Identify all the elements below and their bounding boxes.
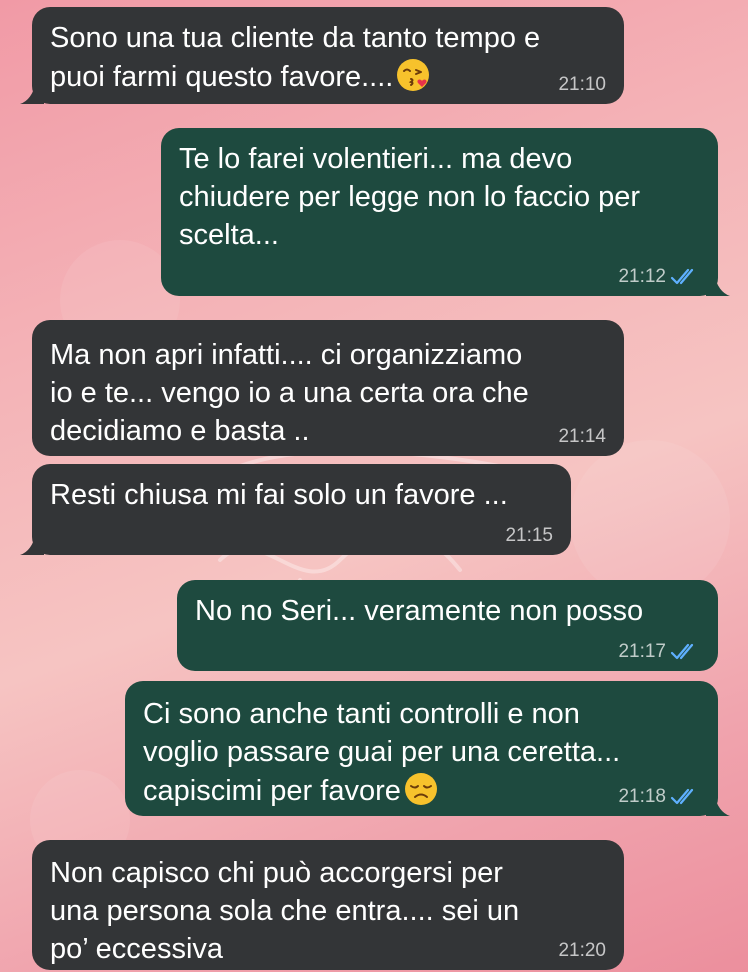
message-bubble-incoming[interactable]: Non capisco chi può accorgersi per una p… [32,840,624,970]
message-bubble-outgoing[interactable]: Te lo farei volentieri... ma devo chiude… [161,128,730,296]
message-text-line: No no Seri... veramente non posso [195,595,644,627]
message-time: 21:18 [618,786,666,807]
message-text-line: Non capisco chi può accorgersi per [50,857,503,889]
message-text-line: Resti chiusa mi fai solo un favore ... [50,479,508,511]
message-meta: 21:17 [618,641,700,663]
read-receipt-icon [670,643,694,660]
message-text-line: una persona sola che entra.... sei un [50,895,520,927]
message-text-line: scelta... [179,219,279,251]
message-time: 21:15 [505,525,553,546]
bubble-tail [706,794,730,816]
message-time: 21:17 [618,641,666,662]
message-text-line: chiudere per legge non lo faccio per [179,181,641,213]
message-text-line: capiscimi per favore [143,771,700,810]
message-text-line: Te lo farei volentieri... ma devo [179,143,573,175]
message-text-line: io e te... vengo io a una certa ora che [50,377,529,409]
message-bubble-outgoing[interactable]: Ci sono anche tanti controlli e non vogl… [125,681,730,816]
message-meta: 21:10 [558,74,606,96]
message-text-line: decidiamo e basta .. [50,415,310,447]
bubble-tail [20,82,44,104]
message-text-line: Sono una tua cliente da tanto tempo e [50,22,541,54]
message-text-line: Ci sono anche tanti controlli e non [143,698,580,730]
read-receipt-icon [670,788,694,805]
disappointed-face-icon [404,773,437,805]
message-time: 21:10 [558,74,606,95]
message-bubble-incoming[interactable]: Sono una tua cliente da tanto tempo e pu… [20,7,624,104]
bubble-tail [706,274,730,296]
read-receipt-icon [670,268,694,285]
message-time: 21:20 [558,940,606,961]
message-text-line: puoi farmi questo favore.... [50,57,606,96]
message-time: 21:12 [618,266,666,287]
message-bubble-incoming[interactable]: Ma non apri infatti.... ci organizziamo … [32,320,624,456]
message-meta: 21:14 [558,426,606,448]
face-blowing-kiss-icon [397,59,430,91]
bubble-tail [20,533,44,555]
message-meta: 21:15 [505,525,553,547]
message-meta: 21:20 [558,940,606,962]
message-bubble-incoming[interactable]: Resti chiusa mi fai solo un favore ... 2… [20,464,571,555]
message-time: 21:14 [558,426,606,447]
message-bubble-outgoing[interactable]: No no Seri... veramente non posso 21:17 [177,580,718,671]
message-text-line: po’ eccessiva [50,933,224,965]
message-meta: 21:12 [618,266,700,288]
message-text-line: Ma non apri infatti.... ci organizziamo [50,339,523,371]
message-meta: 21:18 [618,786,700,808]
message-text-line: voglio passare guai per una ceretta... [143,736,621,768]
